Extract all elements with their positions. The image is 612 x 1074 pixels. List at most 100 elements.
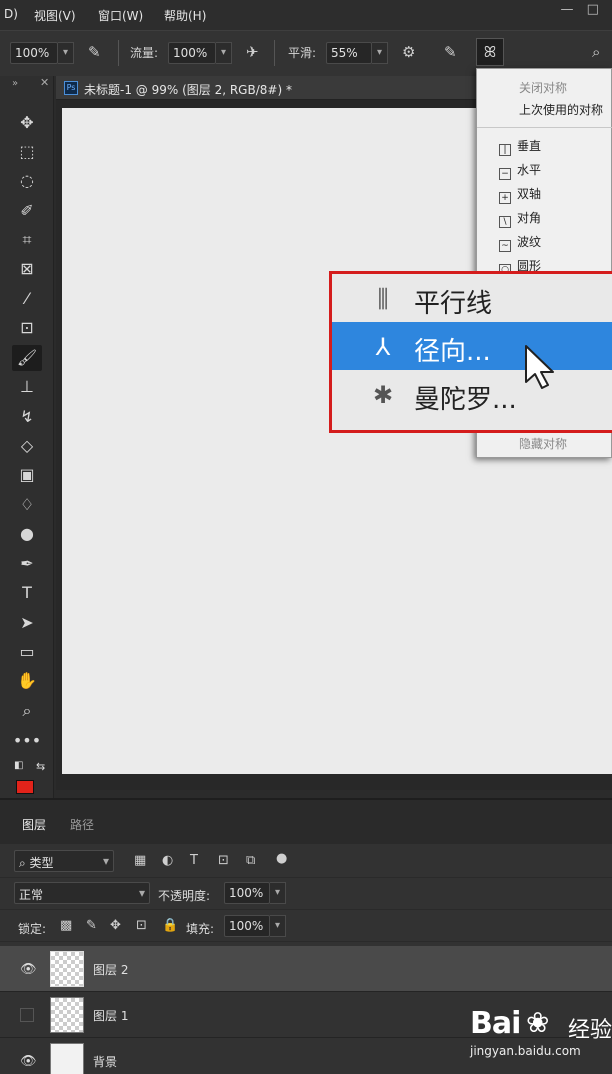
menu-item-hide-symmetry[interactable]: 隐藏对称 (519, 435, 567, 452)
smooth-field[interactable]: 55% (326, 42, 372, 64)
close-icon[interactable]: ✕ (40, 76, 49, 89)
foreground-color-swatch[interactable] (16, 780, 34, 794)
filter-toggle-icon[interactable]: ● (276, 851, 287, 866)
eyedropper-tool-icon[interactable]: ⁄ (12, 286, 42, 312)
gradient-tool-icon[interactable]: ▣ (12, 462, 42, 488)
eraser-tool-icon[interactable]: ◇ (12, 433, 42, 459)
hand-tool-icon[interactable]: ✋ (12, 668, 42, 694)
layer-name: 图层 2 (93, 963, 129, 977)
layer-filter-select[interactable]: ⌕ 类型 ▾ (14, 850, 114, 872)
menu-divider (477, 127, 612, 128)
layers-panel-tabs: 图层 路径 (0, 800, 612, 844)
menu-item-label: 径向... (414, 337, 491, 367)
default-colors-icon[interactable]: ◧ (14, 760, 23, 771)
marquee-tool-icon[interactable]: ⬚ (12, 139, 42, 165)
collapse-icon[interactable]: » (12, 78, 18, 89)
menu-item-edit[interactable]: D) (4, 7, 18, 21)
menu-item-diagonal[interactable]: \ 对角 (499, 209, 541, 228)
menu-item-help[interactable]: 帮助(H) (164, 7, 206, 24)
chevron-down-icon: ▾ (102, 854, 109, 868)
chevron-down-icon[interactable]: ▾ (270, 915, 286, 937)
menu-item-last-used-symmetry[interactable]: 上次使用的对称 (519, 101, 603, 118)
dodge-tool-icon[interactable]: ● (12, 521, 42, 547)
smart-object-filter-icon[interactable]: ⧉ (246, 853, 255, 868)
menu-item-close-symmetry[interactable]: 关闭对称 (519, 79, 567, 96)
move-tool-icon[interactable]: ✥ (12, 110, 42, 136)
quick-select-tool-icon[interactable]: ✐ (12, 198, 42, 224)
divider (274, 40, 275, 66)
menu-item-radial[interactable]: ⅄ 径向... (332, 322, 612, 370)
crop-tool-icon[interactable]: ⌗ (12, 227, 42, 253)
layer-row[interactable]: 👁 图层 2 (0, 946, 612, 992)
zoomed-menu-callout: ⫼ 平行线 ⅄ 径向... ✱ 曼陀罗... (329, 271, 612, 433)
adjustment-filter-icon[interactable]: ◐ (162, 853, 173, 868)
type-filter-icon[interactable]: T (190, 853, 198, 868)
fill-field[interactable]: 100% (224, 915, 270, 937)
stamp-tool-icon[interactable]: ⊥ (12, 374, 42, 400)
menu-item-dual-axis[interactable]: + 双轴 (499, 185, 541, 204)
brush-size-field[interactable]: 100% (10, 42, 58, 64)
flow-field[interactable]: 100% (168, 42, 216, 64)
menu-item-wavy[interactable]: ~ 波纹 (499, 233, 541, 252)
lasso-tool-icon[interactable]: ◌ (12, 168, 42, 194)
pen-tool-icon[interactable]: ✒ (12, 551, 42, 577)
chevron-down-icon[interactable]: ▾ (58, 42, 74, 64)
baidu-jingyan-watermark: Bai ❀ 经验 jingyan.baidu.com (468, 1004, 612, 1070)
pixel-filter-icon[interactable]: ▦ (134, 853, 146, 868)
lock-pixels-icon[interactable]: ✎ (86, 918, 97, 933)
menu-item-vertical[interactable]: | 垂直 (499, 137, 541, 156)
maximize-button[interactable]: □ (582, 2, 604, 17)
tab-layers[interactable]: 图层 (22, 816, 46, 833)
layer-thumbnail (50, 1043, 84, 1074)
parallel-lines-icon: ⫼ (377, 285, 389, 313)
diagonal-icon: \ (499, 216, 511, 228)
blend-mode-select[interactable]: 正常 ▾ (14, 882, 150, 904)
layer-thumbnail (50, 951, 84, 987)
chevron-down-icon[interactable]: ▾ (270, 882, 286, 904)
watermark-logo-suffix: 经验 (568, 1018, 612, 1043)
zoom-tool-icon[interactable]: ⌕ (12, 698, 42, 724)
chevron-down-icon[interactable]: ▾ (216, 42, 232, 64)
menu-item-horizontal[interactable]: − 水平 (499, 161, 541, 180)
butterfly-icon[interactable]: ꕤ (476, 38, 504, 66)
frame-tool-icon[interactable]: ⊠ (12, 256, 42, 282)
history-brush-tool-icon[interactable]: ↯ (12, 404, 42, 430)
dual-axis-icon: + (499, 192, 511, 204)
pressure-opacity-icon[interactable]: ✎ (88, 43, 101, 61)
lock-transparency-icon[interactable]: ▩ (60, 918, 72, 933)
lock-artboard-icon[interactable]: ⊡ (136, 918, 147, 933)
pressure-size-icon[interactable]: ✎ (444, 43, 457, 61)
gear-icon[interactable]: ⚙ (402, 43, 415, 61)
menu-item-window[interactable]: 窗口(W) (98, 7, 143, 24)
blend-mode-value: 正常 (19, 888, 44, 902)
rectangle-tool-icon[interactable]: ▭ (12, 639, 42, 665)
menu-item-parallel-lines[interactable]: ⫼ 平行线 (332, 274, 612, 322)
menu-item-label: 双轴 (517, 187, 542, 201)
swap-colors-icon[interactable]: ⇆ (36, 760, 45, 773)
minimize-button[interactable]: — (556, 2, 578, 17)
layer-thumbnail (50, 997, 84, 1033)
chevron-down-icon[interactable]: ▾ (372, 42, 388, 64)
menu-item-view[interactable]: 视图(V) (34, 7, 76, 24)
opacity-field[interactable]: 100% (224, 882, 270, 904)
more-tools-icon[interactable]: ••• (12, 728, 42, 754)
eye-icon[interactable]: 👁 (20, 1054, 37, 1069)
menu-item-label: 平行线 (414, 289, 493, 319)
eye-icon[interactable]: 👁 (20, 962, 37, 977)
menu-item-mandala[interactable]: ✱ 曼陀罗... (332, 370, 612, 418)
tab-paths[interactable]: 路径 (70, 816, 94, 833)
watermark-logo: Bai (470, 1006, 521, 1041)
document-tab[interactable]: Ps 未标题-1 @ 99% (图层 2, RGB/8#) * (56, 76, 476, 100)
airbrush-icon[interactable]: ✈ (246, 43, 259, 61)
blur-tool-icon[interactable]: ♢ (12, 492, 42, 518)
search-icon[interactable]: ⌕ (592, 43, 600, 61)
visibility-toggle[interactable] (20, 1008, 34, 1022)
shape-filter-icon[interactable]: ⊡ (218, 853, 229, 868)
lock-position-icon[interactable]: ✥ (110, 918, 121, 933)
paw-icon: ❀ (526, 1006, 550, 1039)
path-select-tool-icon[interactable]: ➤ (12, 610, 42, 636)
brush-tool-icon[interactable]: 🖌 (12, 345, 42, 371)
healing-brush-tool-icon[interactable]: ⊡ (12, 315, 42, 341)
lock-all-icon[interactable]: 🔒 (162, 918, 178, 933)
type-tool-icon[interactable]: T (12, 580, 42, 606)
